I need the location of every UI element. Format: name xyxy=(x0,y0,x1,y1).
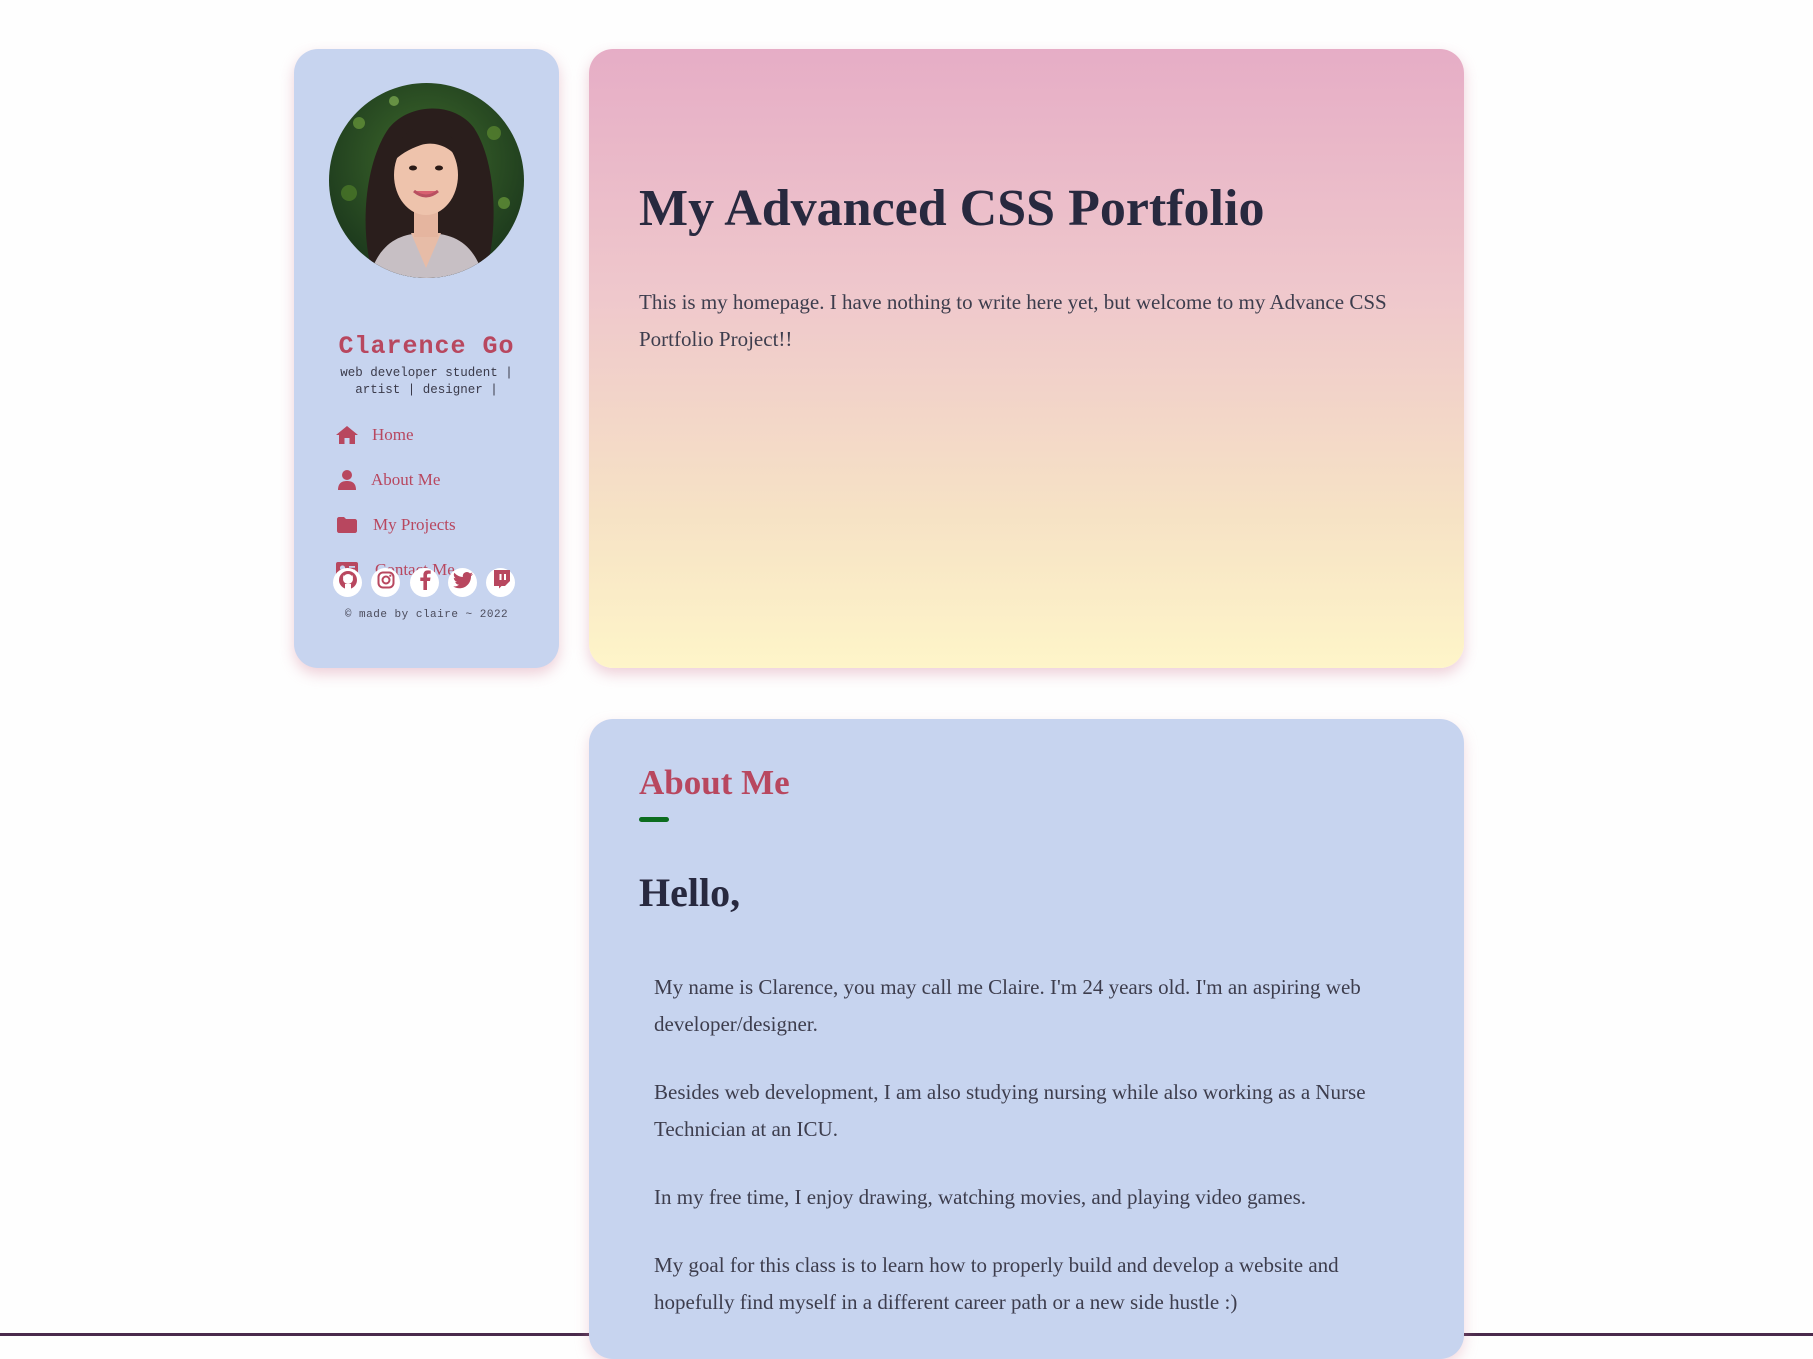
profile-tagline: web developer student | artist | designe… xyxy=(340,366,513,397)
hero-text: This is my homepage. I have nothing to w… xyxy=(639,290,1387,351)
avatar xyxy=(329,83,524,278)
twitch-icon xyxy=(492,570,510,595)
title-underline xyxy=(639,817,669,822)
home-icon xyxy=(334,424,360,446)
about-paragraph: In my free time, I enjoy drawing, watchi… xyxy=(654,1185,1306,1209)
profile-name: Clarence Go xyxy=(338,332,515,361)
about-paragraph: My name is Clarence, you may call me Cla… xyxy=(654,975,1361,1036)
nav-about-me[interactable]: About Me xyxy=(334,467,440,493)
user-icon xyxy=(334,469,360,491)
github-icon xyxy=(338,570,358,595)
about-paragraph: Besides web development, I am also study… xyxy=(654,1080,1366,1141)
hero-card: My Advanced CSS Portfolio This is my hom… xyxy=(589,49,1464,668)
about-title: About Me xyxy=(639,763,790,802)
about-paragraph: My goal for this class is to learn how t… xyxy=(654,1253,1339,1314)
twitter-link[interactable] xyxy=(448,568,477,597)
nav-my-projects[interactable]: My Projects xyxy=(334,512,456,538)
instagram-link[interactable] xyxy=(371,568,400,597)
copyright: © made by claire ~ 2022 xyxy=(344,609,509,621)
folder-icon xyxy=(334,514,360,536)
instagram-icon xyxy=(377,571,395,594)
nav-home[interactable]: Home xyxy=(334,422,414,448)
greeting: Hello, xyxy=(639,870,741,915)
facebook-icon xyxy=(419,570,431,595)
github-link[interactable] xyxy=(333,568,362,597)
about-card: About Me Hello, My name is Clarence, you… xyxy=(589,719,1464,1359)
nav-my-projects-label: My Projects xyxy=(373,515,456,534)
nav-home-label: Home xyxy=(372,425,414,444)
twitch-link[interactable] xyxy=(486,568,515,597)
sidebar: Clarence Go web developer student | arti… xyxy=(294,49,559,668)
facebook-link[interactable] xyxy=(410,568,439,597)
nav-about-me-label: About Me xyxy=(371,470,441,489)
twitter-icon xyxy=(452,571,473,594)
page-title: My Advanced CSS Portfolio xyxy=(639,180,1265,237)
